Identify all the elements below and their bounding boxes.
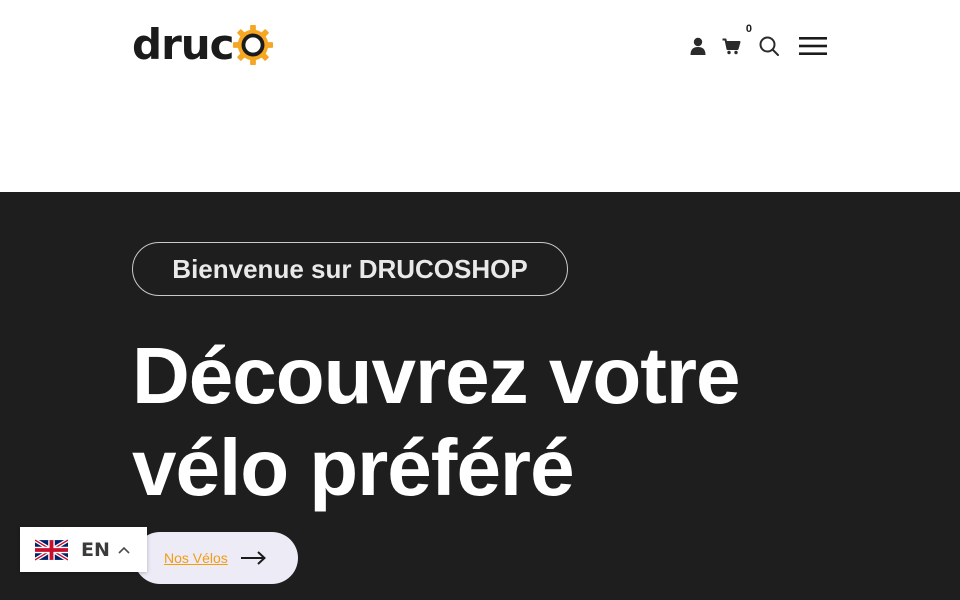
cart-button[interactable]: 0 <box>720 23 752 62</box>
account-button[interactable] <box>688 30 708 62</box>
arrow-right-icon <box>240 551 266 565</box>
hero-title-line-2: vélo préféré <box>132 423 575 512</box>
header-actions: 0 <box>688 23 828 62</box>
user-icon <box>690 37 706 55</box>
logo-wordmark: druc <box>132 20 235 69</box>
welcome-badge: Bienvenue sur DRUCOSHOP <box>132 242 568 296</box>
cart-count-badge: 0 <box>745 23 752 35</box>
site-logo[interactable]: druc <box>132 18 274 72</box>
hero-title: Découvrez votre vélo préféré <box>132 330 892 514</box>
site-header: druc 0 <box>0 0 960 192</box>
nos-velos-button[interactable]: Nos Vélos <box>134 532 298 584</box>
hamburger-menu-icon <box>799 37 827 55</box>
uk-flag-icon <box>35 537 68 562</box>
menu-button[interactable] <box>798 30 828 62</box>
language-switcher[interactable]: EN <box>20 527 147 572</box>
chevron-up-icon <box>118 546 130 554</box>
search-icon <box>759 36 779 56</box>
search-button[interactable] <box>758 30 780 62</box>
language-code: EN <box>81 538 110 561</box>
welcome-text: Bienvenue sur DRUCOSHOP <box>172 253 528 284</box>
hero-title-line-1: Découvrez votre <box>132 331 740 420</box>
gear-logo-icon <box>232 24 273 66</box>
cart-icon <box>722 38 740 54</box>
cta-label: Nos Vélos <box>164 550 228 566</box>
